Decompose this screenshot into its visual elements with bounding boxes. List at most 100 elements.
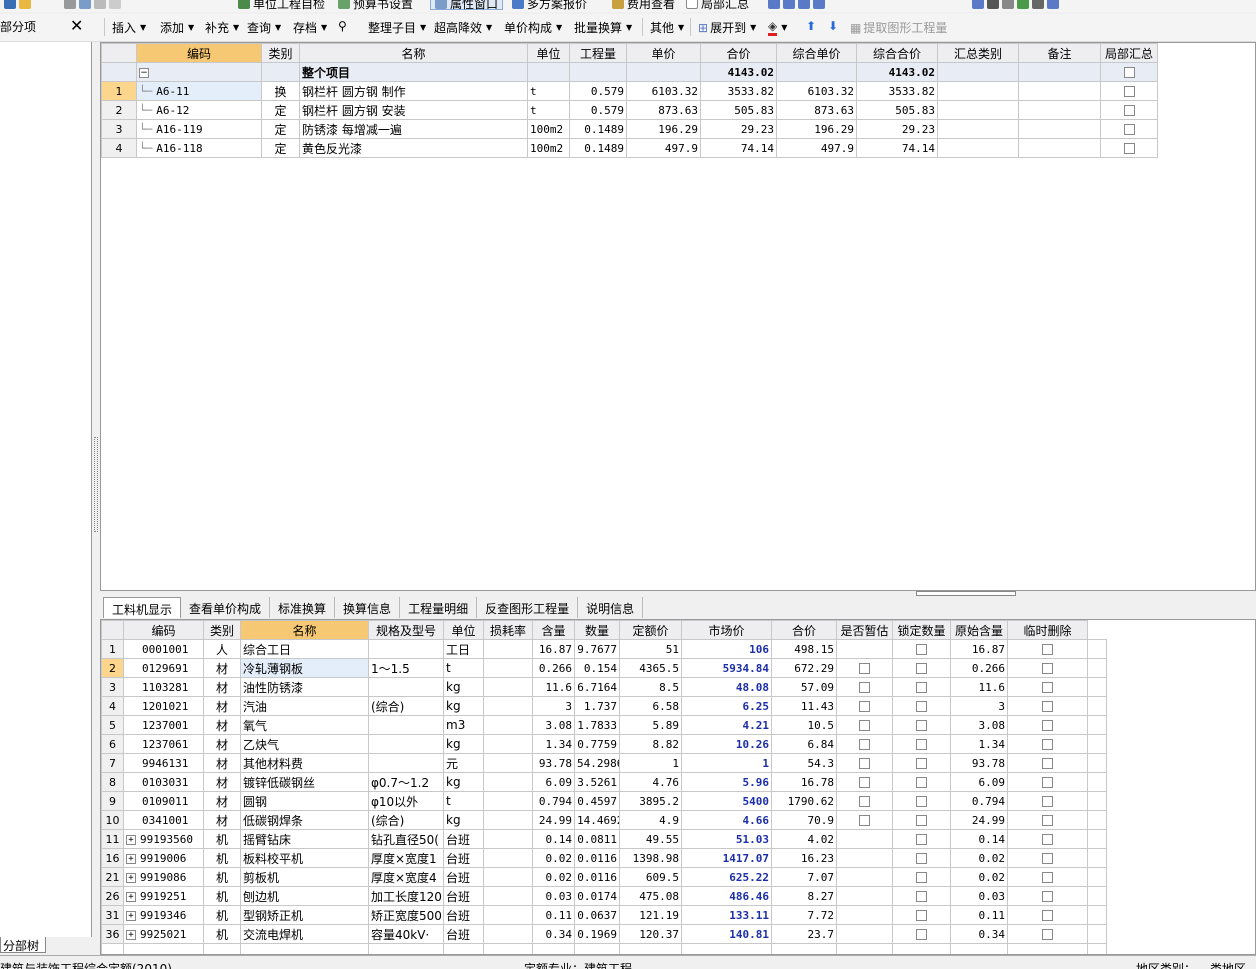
unit-cell[interactable]: 台班: [443, 886, 484, 906]
loss-rate-cell[interactable]: [483, 791, 533, 811]
table-row[interactable]: 36 +9925021 机交流电焊机 容量40kV· 台班 0.34 0.1969 120.3…: [101, 924, 1107, 944]
organize-subitems-menu[interactable]: 整理子目 ▼: [368, 19, 426, 36]
unit-cell[interactable]: kg: [443, 810, 484, 830]
unit-cell[interactable]: t: [443, 658, 484, 678]
loss-rate-cell[interactable]: [483, 924, 533, 944]
row-number[interactable]: 10: [101, 810, 124, 830]
content-cell[interactable]: 93.78: [532, 753, 575, 773]
code-cell[interactable]: +9919086: [123, 867, 204, 887]
market-price-cell[interactable]: 140.81: [681, 924, 772, 944]
unit-cell[interactable]: kg: [443, 772, 484, 792]
qty-cell[interactable]: 0.0637: [574, 905, 620, 925]
type-cell[interactable]: 定: [261, 138, 300, 158]
fill-color-icon[interactable]: ◈ ▼: [768, 19, 787, 36]
unit-cell[interactable]: m3: [443, 715, 484, 735]
type-cell[interactable]: 定: [261, 119, 300, 139]
temp-delete-checkbox[interactable]: [1042, 644, 1053, 655]
content-cell[interactable]: 3: [532, 696, 575, 716]
binoculars-icon[interactable]: ⚲: [338, 19, 347, 33]
name-cell[interactable]: 其他材料费: [240, 753, 369, 773]
content-cell[interactable]: 0.794: [532, 791, 575, 811]
code-cell[interactable]: 1103281: [123, 677, 204, 697]
close-icon[interactable]: ✕: [70, 16, 83, 35]
code-cell[interactable]: 0129691: [123, 658, 204, 678]
type-cell[interactable]: 材: [203, 810, 241, 830]
col-header-remark[interactable]: 备注: [1018, 43, 1101, 63]
name-cell[interactable]: 氧气: [240, 715, 369, 735]
col-header-unit[interactable]: 单位: [527, 43, 570, 63]
vertical-splitter[interactable]: [92, 42, 100, 937]
table-row[interactable]: 21 +9919086 机剪板机 厚度×宽度4 台班 0.02 0.0116 609.5 625…: [101, 867, 1107, 887]
lock-qty-checkbox[interactable]: [916, 853, 927, 864]
qty-cell[interactable]: 0.579: [569, 100, 627, 120]
temp-delete-checkbox[interactable]: [1042, 891, 1053, 902]
name-cell[interactable]: 钢栏杆 圆方钢 安装: [299, 100, 528, 120]
loss-rate-cell[interactable]: [483, 772, 533, 792]
spec-cell[interactable]: φ0.7～1.2: [368, 772, 444, 792]
local-summary-checkbox[interactable]: [1123, 105, 1135, 116]
temp-delete-checkbox[interactable]: [1042, 910, 1053, 921]
qty-cell[interactable]: 0.1969: [574, 924, 620, 944]
loss-rate-cell[interactable]: [483, 753, 533, 773]
table-row[interactable]: 6 1237061 材乙炔气 kg 1.34 0.7759 8.82 10.26 6.84 1.3…: [101, 734, 1107, 754]
type-cell[interactable]: 机: [203, 829, 241, 849]
loss-rate-cell[interactable]: [483, 829, 533, 849]
spec-cell[interactable]: [368, 639, 444, 659]
supplement-menu[interactable]: 补充 ▼: [205, 19, 239, 36]
unit-cell[interactable]: 元: [443, 753, 484, 773]
name-cell[interactable]: 冷轧薄钢板: [240, 658, 369, 678]
code-cell[interactable]: +9919251: [123, 886, 204, 906]
temp-delete-checkbox[interactable]: [1042, 701, 1053, 712]
name-cell[interactable]: 低碳钢焊条: [240, 810, 369, 830]
local-summary-checkbox[interactable]: [1123, 124, 1135, 135]
code-cell[interactable]: +9919346: [123, 905, 204, 925]
col-header-qty[interactable]: 数量: [574, 620, 620, 640]
name-cell[interactable]: 交流电焊机: [240, 924, 369, 944]
qty-cell[interactable]: 54.2986: [574, 753, 620, 773]
tab-convert-info[interactable]: 换算信息: [335, 597, 401, 618]
unit-cell[interactable]: kg: [443, 696, 484, 716]
property-window-button[interactable]: 属性窗口: [430, 0, 504, 11]
row-number[interactable]: 2: [101, 658, 124, 678]
market-price-cell[interactable]: 5.96: [681, 772, 772, 792]
estimate-checkbox[interactable]: [859, 739, 870, 750]
table-row[interactable]: 1 └─ A6-11 换钢栏杆 圆方钢 制作 t 0.579 6103.32 3533.82 6…: [101, 81, 1158, 101]
table-row[interactable]: 31 +9919346 机型钢矫正机 矫正宽度500 台班 0.11 0.0637 121.1…: [101, 905, 1107, 925]
qty-cell[interactable]: 0.154: [574, 658, 620, 678]
tab-materials[interactable]: 工料机显示: [103, 597, 182, 618]
row-number[interactable]: 4: [101, 696, 124, 716]
lock-qty-checkbox[interactable]: [916, 777, 927, 788]
col-header-type[interactable]: 类别: [261, 43, 300, 63]
col-header-type[interactable]: 类别: [203, 620, 241, 640]
row-number[interactable]: 8: [101, 772, 124, 792]
qty-cell[interactable]: 0.0174: [574, 886, 620, 906]
add-menu[interactable]: 添加 ▼: [160, 19, 194, 36]
row-number[interactable]: 1: [101, 639, 124, 659]
lock-qty-checkbox[interactable]: [916, 872, 927, 883]
price-cell[interactable]: 6103.32: [626, 81, 701, 101]
expand-icon[interactable]: +: [126, 853, 136, 864]
content-cell[interactable]: 3.08: [532, 715, 575, 735]
extract-graphic-qty-button[interactable]: ▦ 提取图形工程量: [850, 19, 947, 36]
remark-cell[interactable]: [1018, 81, 1101, 101]
height-reduction-menu[interactable]: 超高降效 ▼: [434, 19, 492, 36]
code-cell[interactable]: +99193560: [123, 829, 204, 849]
spec-cell[interactable]: (综合): [368, 696, 444, 716]
loss-rate-cell[interactable]: [483, 867, 533, 887]
unit-price-menu[interactable]: 单价构成 ▼: [504, 19, 562, 36]
spec-cell[interactable]: [368, 753, 444, 773]
col-header-code[interactable]: 编码: [136, 43, 262, 63]
lock-qty-checkbox[interactable]: [916, 644, 927, 655]
qty-cell[interactable]: 0.4597: [574, 791, 620, 811]
market-price-cell[interactable]: 10.26: [681, 734, 772, 754]
name-cell[interactable]: 摇臂钻床: [240, 829, 369, 849]
content-cell[interactable]: 1.34: [532, 734, 575, 754]
col-header-name[interactable]: 名称: [299, 43, 528, 63]
temp-delete-checkbox[interactable]: [1042, 758, 1053, 769]
temp-delete-checkbox[interactable]: [1042, 777, 1053, 788]
price-cell[interactable]: 873.63: [626, 100, 701, 120]
other-menu[interactable]: 其他 ▼: [650, 19, 684, 36]
move-down-icon[interactable]: ⬇: [828, 19, 838, 33]
lock-qty-checkbox[interactable]: [916, 701, 927, 712]
type-cell[interactable]: 材: [203, 772, 241, 792]
